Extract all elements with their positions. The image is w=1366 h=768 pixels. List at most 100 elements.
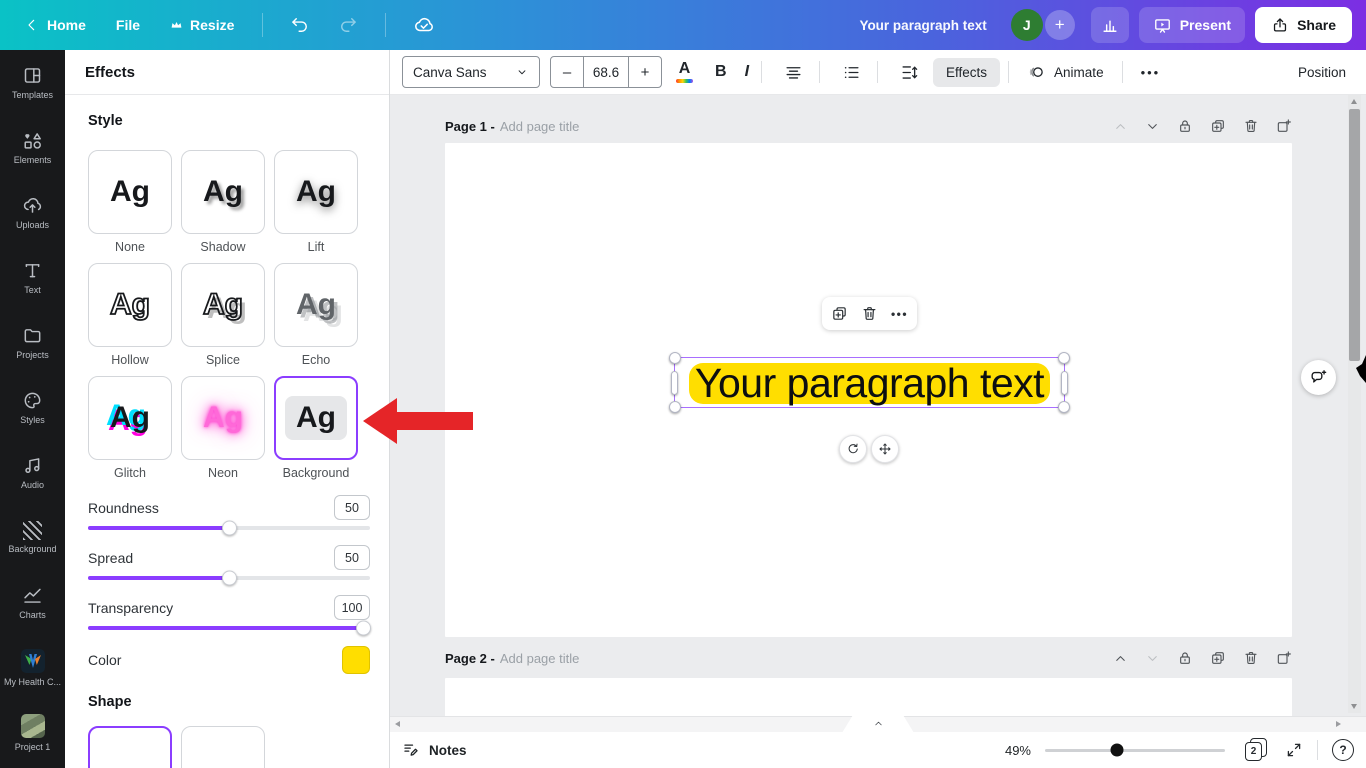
roundness-value-input[interactable]: 50 <box>334 495 370 520</box>
scroll-right-arrow[interactable] <box>1336 721 1341 727</box>
vertical-scrollbar[interactable] <box>1348 95 1361 713</box>
slider-thumb[interactable] <box>356 621 371 636</box>
delete-page-icon[interactable] <box>1243 650 1259 666</box>
style-tile-glitch[interactable]: Ag <box>88 376 172 460</box>
position-button[interactable]: Position <box>1290 58 1354 87</box>
page-1-title-placeholder[interactable]: Add page title <box>500 119 580 134</box>
shape-tile-curve[interactable]: ABC <box>181 726 265 768</box>
style-tile-background-selected[interactable]: Ag <box>274 376 358 460</box>
sidebar-item-templates[interactable]: Templates <box>0 50 65 115</box>
insights-button[interactable] <box>1091 7 1129 43</box>
zoom-slider[interactable] <box>1045 749 1225 752</box>
resize-handle-top-right[interactable] <box>1058 352 1070 364</box>
share-button[interactable]: Share <box>1255 7 1352 43</box>
move-page-up-icon[interactable] <box>1113 651 1128 666</box>
font-size-increase-button[interactable]: + <box>629 57 661 87</box>
notes-button[interactable]: Notes <box>402 741 467 759</box>
zoom-slider-thumb[interactable] <box>1111 744 1124 757</box>
shape-tile-none-selected[interactable]: ABCD <box>88 726 172 768</box>
resize-button[interactable]: Resize <box>160 11 244 39</box>
resize-handle-bottom-right[interactable] <box>1058 401 1070 413</box>
vertical-scrollbar-thumb[interactable] <box>1349 109 1360 361</box>
duplicate-element-icon[interactable] <box>831 305 848 322</box>
add-member-button[interactable]: + <box>1045 10 1075 40</box>
font-size-value[interactable]: 68.6 <box>583 57 629 87</box>
move-page-down-icon[interactable] <box>1145 651 1160 666</box>
lock-icon[interactable] <box>1177 650 1193 666</box>
sidebar-item-styles[interactable]: Styles <box>0 375 65 440</box>
add-comment-button[interactable] <box>1301 360 1336 395</box>
avatar[interactable]: J <box>1011 9 1043 41</box>
lock-icon[interactable] <box>1177 118 1193 134</box>
style-tile-lift[interactable]: Ag <box>274 150 358 234</box>
resize-handle-left[interactable] <box>671 371 678 395</box>
toolbar-more-button[interactable]: ••• <box>1131 65 1171 80</box>
add-page-icon[interactable] <box>1276 650 1292 666</box>
bold-button[interactable]: B <box>707 58 735 86</box>
delete-element-icon[interactable] <box>861 305 878 322</box>
style-tile-echo[interactable]: Ag <box>274 263 358 347</box>
transparency-slider[interactable] <box>88 626 370 630</box>
add-page-icon[interactable] <box>1276 118 1292 134</box>
help-button[interactable]: ? <box>1332 739 1354 761</box>
horizontal-scrollbar[interactable] <box>390 716 1366 732</box>
sidebar-item-audio[interactable]: Audio <box>0 440 65 505</box>
duplicate-page-icon[interactable] <box>1210 650 1226 666</box>
text-element-selected[interactable]: Your paragraph text <box>661 356 1078 410</box>
style-tile-none[interactable]: Ag <box>88 150 172 234</box>
home-button[interactable]: Home <box>14 11 96 39</box>
expand-panel-tab[interactable] <box>842 714 914 733</box>
present-button[interactable]: Present <box>1139 7 1245 43</box>
italic-button[interactable]: I <box>741 63 753 81</box>
style-tile-hollow[interactable]: Ag <box>88 263 172 347</box>
style-tile-neon[interactable]: Ag <box>181 376 265 460</box>
move-handle[interactable] <box>871 435 899 463</box>
font-family-select[interactable]: Canva Sans <box>402 56 540 88</box>
delete-page-icon[interactable] <box>1243 118 1259 134</box>
spread-slider[interactable] <box>88 576 370 580</box>
slider-thumb[interactable] <box>222 571 237 586</box>
grid-view-button[interactable]: 2 <box>1245 738 1269 762</box>
page-2-title-placeholder[interactable]: Add page title <box>500 651 580 666</box>
roundness-slider[interactable] <box>88 526 370 530</box>
fullscreen-button[interactable] <box>1285 741 1303 759</box>
scroll-left-arrow[interactable] <box>395 721 400 727</box>
text-align-button[interactable] <box>776 58 811 87</box>
page-2[interactable] <box>445 678 1292 717</box>
scroll-up-arrow[interactable] <box>1351 99 1357 104</box>
sidebar-item-my-health-app[interactable]: My Health C... <box>0 635 65 700</box>
document-title[interactable]: Your paragraph text <box>859 18 986 33</box>
slider-thumb[interactable] <box>222 521 237 536</box>
sidebar-item-background[interactable]: Background <box>0 505 65 570</box>
duplicate-page-icon[interactable] <box>1210 118 1226 134</box>
rotate-handle[interactable] <box>839 435 867 463</box>
scroll-down-arrow[interactable] <box>1351 704 1357 709</box>
background-color-swatch[interactable] <box>342 646 370 674</box>
redo-button[interactable] <box>329 9 367 41</box>
resize-handle-top-left[interactable] <box>669 352 681 364</box>
sidebar-item-elements[interactable]: Elements <box>0 115 65 180</box>
sidebar-item-text[interactable]: Text <box>0 245 65 310</box>
sidebar-item-uploads[interactable]: Uploads <box>0 180 65 245</box>
sidebar-item-project-1[interactable]: Project 1 <box>0 700 65 765</box>
sidebar-item-projects[interactable]: Projects <box>0 310 65 375</box>
element-more-button[interactable]: ••• <box>891 307 908 321</box>
sidebar-item-charts[interactable]: Charts <box>0 570 65 635</box>
transparency-value-input[interactable]: 100 <box>334 595 370 620</box>
line-spacing-button[interactable] <box>892 58 927 87</box>
text-color-button[interactable]: A <box>668 56 701 88</box>
spread-value-input[interactable]: 50 <box>334 545 370 570</box>
file-menu[interactable]: File <box>106 11 150 39</box>
style-tile-splice[interactable]: Ag <box>181 263 265 347</box>
paragraph-text[interactable]: Your paragraph text <box>689 363 1050 404</box>
cloud-save-status-button[interactable] <box>404 8 444 42</box>
animate-button[interactable]: Animate <box>1017 56 1114 89</box>
move-page-down-icon[interactable] <box>1145 119 1160 134</box>
undo-button[interactable] <box>281 9 319 41</box>
font-size-decrease-button[interactable]: – <box>551 57 583 87</box>
resize-handle-right[interactable] <box>1061 371 1068 395</box>
style-tile-shadow[interactable]: Ag <box>181 150 265 234</box>
effects-button-active[interactable]: Effects <box>933 58 1000 87</box>
move-page-up-icon[interactable] <box>1113 119 1128 134</box>
bullet-list-button[interactable] <box>834 58 869 87</box>
